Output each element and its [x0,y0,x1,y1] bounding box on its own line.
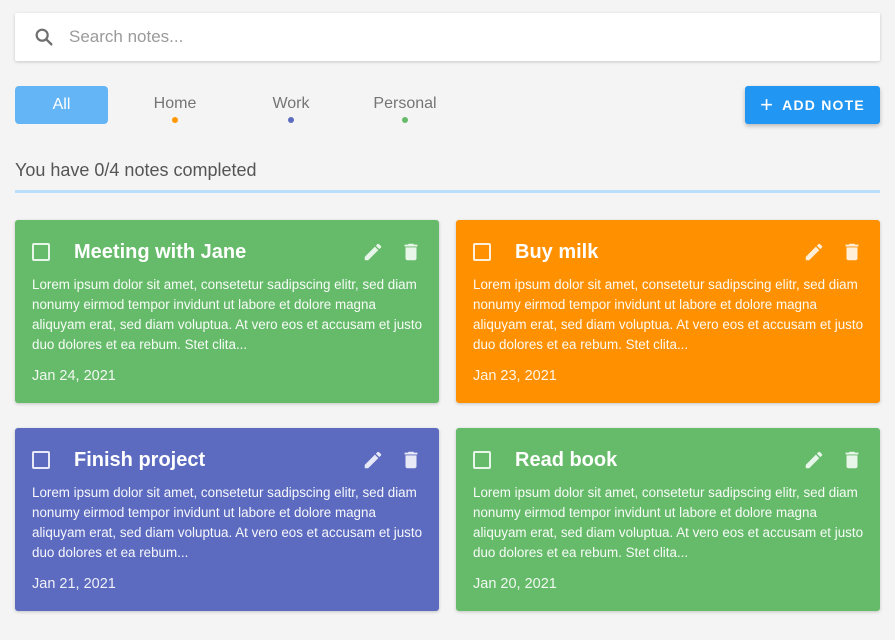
personal-dot [402,117,408,123]
divider [15,190,880,193]
tab-label: Personal [373,95,437,112]
note-date: Jan 23, 2021 [473,368,557,384]
tab-label: Home [153,95,197,112]
plus-icon: + [760,92,775,117]
tab-label: All [52,96,71,113]
add-note-button[interactable]: + ADD NOTE [745,86,880,124]
note-body: Lorem ipsum dolor sit amet, consetetur s… [473,277,864,352]
note-date: Jan 20, 2021 [473,576,557,592]
pencil-icon[interactable] [362,241,384,263]
tab-personal[interactable]: Personal [365,90,445,128]
trash-icon[interactable] [400,241,422,263]
tab-all[interactable]: All [15,86,108,124]
note-body: Lorem ipsum dolor sit amet, consetetur s… [32,485,423,560]
work-dot [288,117,294,123]
note-checkbox[interactable] [473,451,491,469]
note-checkbox[interactable] [32,451,50,469]
note-checkbox[interactable] [32,243,50,261]
note-card: Finish project Lorem ipsum dolor sit ame… [15,428,439,611]
note-title: Meeting with Jane [74,240,247,263]
home-dot [172,117,178,123]
note-date: Jan 24, 2021 [32,368,116,384]
note-header: Buy milk [473,240,863,264]
tab-label: Work [272,95,310,112]
trash-icon[interactable] [400,449,422,471]
tab-work[interactable]: Work [256,90,326,128]
pencil-icon[interactable] [803,449,825,471]
completion-status: You have 0/4 notes completed [15,160,257,180]
filter-bar: All Home Work Personal + ADD NOTE [15,86,880,124]
note-header: Finish project [32,448,422,472]
search-icon [33,26,55,48]
trash-icon[interactable] [841,449,863,471]
note-title: Finish project [74,448,206,471]
note-body: Lorem ipsum dolor sit amet, consetetur s… [32,277,423,352]
pencil-icon[interactable] [803,241,825,263]
note-card: Read book Lorem ipsum dolor sit amet, co… [456,428,880,611]
search-bar[interactable] [15,13,880,61]
note-card: Buy milk Lorem ipsum dolor sit amet, con… [456,220,880,403]
note-date: Jan 21, 2021 [32,576,116,592]
search-input[interactable] [69,27,829,47]
tab-home[interactable]: Home [140,90,210,128]
note-header: Read book [473,448,863,472]
note-checkbox[interactable] [473,243,491,261]
note-title: Buy milk [515,240,599,263]
trash-icon[interactable] [841,241,863,263]
note-body: Lorem ipsum dolor sit amet, consetetur s… [473,485,864,560]
pencil-icon[interactable] [362,449,384,471]
add-note-label: ADD NOTE [782,97,865,113]
note-title: Read book [515,448,618,471]
note-header: Meeting with Jane [32,240,422,264]
note-card: Meeting with Jane Lorem ipsum dolor sit … [15,220,439,403]
